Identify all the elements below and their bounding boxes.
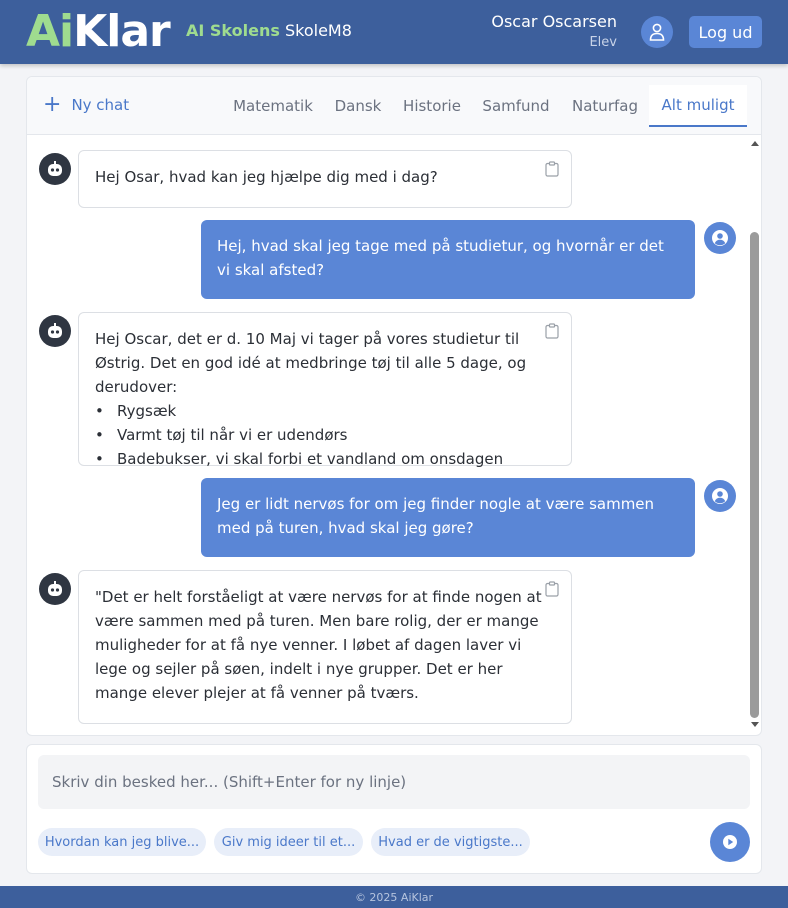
bot-message: Hej Oscar, det er d. 10 Maj vi tager på … [78, 312, 572, 471]
top-header: AiKlar AI Skolens SkoleM8 Oscar Oscarsen… [0, 0, 788, 64]
bot-message: Hej Osar, hvad kan jeg hjælpe dig med i … [78, 150, 572, 208]
tab-alt-muligt[interactable]: Alt muligt [649, 85, 747, 127]
tab-historie[interactable]: Historie [395, 85, 469, 127]
tab-samfund[interactable]: Samfund [473, 85, 559, 127]
suggestion-chip[interactable]: Hvordan kan jeg blive... [38, 828, 206, 856]
logout-button[interactable]: Log ud [689, 16, 762, 48]
tab-matematik[interactable]: Matematik [223, 85, 323, 127]
robot-icon [48, 323, 62, 338]
scroll-up-arrow-icon[interactable] [751, 141, 759, 146]
chat-card: + Ny chat Matematik Dansk Historie Samfu… [26, 76, 762, 736]
packing-list: Rygsæk Varmt tøj til når vi er udendørs … [95, 399, 555, 471]
subtitle-app: SkoleM8 [284, 21, 352, 40]
subtitle-school: AI Skolens [186, 21, 280, 40]
logo: AiKlar [26, 6, 171, 57]
user-circle-icon [712, 230, 728, 246]
tab-dansk[interactable]: Dansk [325, 85, 391, 127]
suggestion-chip[interactable]: Hvad er de vigtigste... [371, 828, 530, 856]
plus-icon: + [43, 92, 62, 117]
user-circle-icon [712, 488, 728, 504]
new-chat-button[interactable]: + Ny chat [43, 93, 129, 117]
bot-avatar [39, 315, 71, 347]
bot-avatar [39, 153, 71, 185]
message-list[interactable]: Hej Osar, hvad kan jeg hjælpe dig med i … [27, 136, 747, 734]
message-text: Hej Osar, hvad kan jeg hjælpe dig med i … [95, 168, 438, 186]
new-chat-label: Ny chat [71, 96, 130, 114]
message-text: Hej Oscar, det er d. 10 Maj vi tager på … [95, 330, 527, 396]
scrollbar-thumb[interactable] [750, 232, 759, 718]
send-button[interactable] [710, 822, 750, 862]
message-text: Jeg er lidt nervøs for om jeg finder nog… [217, 495, 655, 537]
user-avatar [704, 480, 736, 512]
app-subtitle: AI Skolens SkoleM8 [186, 21, 352, 40]
clipboard-icon[interactable] [545, 161, 559, 177]
user-message: Jeg er lidt nervøs for om jeg finder nog… [201, 478, 695, 557]
send-icon [723, 835, 737, 849]
robot-icon [48, 581, 62, 596]
message-text: Hej, hvad skal jeg tage med på studietur… [217, 237, 664, 279]
profile-button[interactable] [641, 16, 673, 48]
composer-card: Hvordan kan jeg blive... Giv mig ideer t… [26, 744, 762, 874]
list-item: Badebukser, vi skal forbi et vandland om… [95, 447, 555, 471]
user-icon [649, 23, 665, 41]
clipboard-icon[interactable] [545, 581, 559, 597]
user-avatar [704, 222, 736, 254]
subject-tabbar: + Ny chat Matematik Dansk Historie Samfu… [27, 77, 761, 135]
user-message: Hej, hvad skal jeg tage med på studietur… [201, 220, 695, 299]
list-item: Rygsæk [95, 399, 555, 423]
message-input[interactable] [38, 755, 750, 809]
footer: © 2025 AiKlar [0, 886, 788, 908]
scroll-down-arrow-icon[interactable] [751, 722, 759, 727]
bot-message: "Det er helt forståeligt at være nervøs … [78, 570, 572, 724]
clipboard-icon[interactable] [545, 323, 559, 339]
suggestion-chip[interactable]: Giv mig ideer til et... [214, 828, 363, 856]
user-role: Elev [589, 35, 617, 50]
tab-naturfag[interactable]: Naturfag [563, 85, 647, 127]
robot-icon [48, 161, 62, 176]
user-name: Oscar Oscarsen [491, 12, 617, 31]
message-text: "Det er helt forståeligt at være nervøs … [95, 588, 542, 702]
bot-avatar [39, 573, 71, 605]
list-item: Varmt tøj til når vi er udendørs [95, 423, 555, 447]
